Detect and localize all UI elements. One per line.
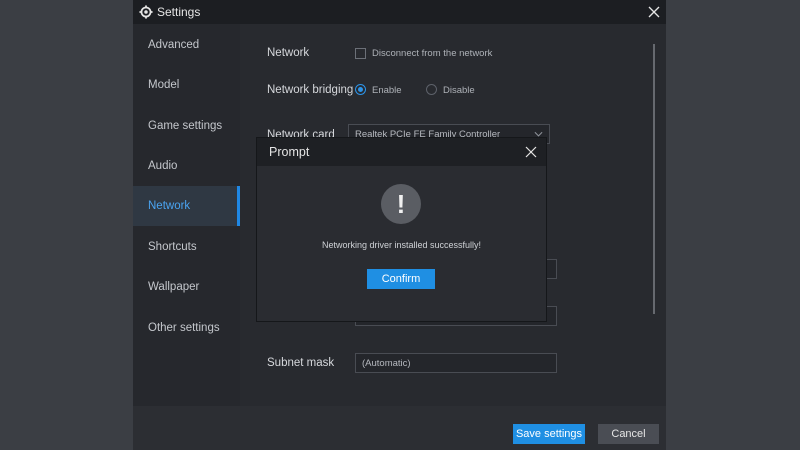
confirm-button[interactable]: Confirm	[367, 269, 435, 289]
prompt-dialog: ! Networking driver installed successful…	[257, 166, 546, 321]
disconnect-label: Disconnect from the network	[372, 48, 493, 59]
sidebar-item-model[interactable]: Model	[133, 65, 240, 105]
sidebar-item-label: Other settings	[148, 322, 220, 334]
disconnect-checkbox[interactable]	[355, 48, 366, 59]
cancel-label: Cancel	[611, 428, 646, 440]
disable-radio[interactable]	[426, 84, 437, 95]
subnet-mask-value: (Automatic)	[362, 357, 411, 369]
close-icon[interactable]	[646, 4, 662, 20]
sidebar-item-label: Network	[148, 200, 191, 212]
sidebar-item-shortcuts[interactable]: Shortcuts	[133, 227, 240, 267]
sidebar-item-audio[interactable]: Audio	[133, 146, 240, 186]
network-label: Network	[267, 47, 310, 59]
sidebar-item-label: Advanced	[148, 39, 200, 51]
enable-label: Enable	[372, 85, 402, 96]
info-icon: !	[381, 184, 421, 224]
settings-sidebar: Advanced Model Game settings Audio Netwo…	[133, 24, 240, 406]
save-settings-label: Save settings	[515, 428, 583, 440]
subnet-mask-field[interactable]: (Automatic)	[355, 353, 557, 373]
network-bridging-label: Network bridging	[267, 84, 354, 96]
save-settings-button[interactable]: Save settings	[513, 424, 585, 444]
sidebar-item-label: Model	[148, 79, 180, 91]
sidebar-item-advanced[interactable]: Advanced	[133, 25, 240, 65]
sidebar-item-other-settings[interactable]: Other settings	[133, 308, 240, 348]
sidebar-item-label: Audio	[148, 160, 178, 172]
sidebar-item-game-settings[interactable]: Game settings	[133, 106, 240, 146]
scrollbar[interactable]	[653, 44, 655, 314]
gear-icon	[139, 5, 153, 19]
cancel-button[interactable]: Cancel	[598, 424, 659, 444]
close-icon[interactable]	[524, 145, 538, 159]
enable-radio[interactable]	[355, 84, 366, 95]
window-title: Settings	[157, 5, 201, 19]
chevron-down-icon	[534, 131, 543, 137]
settings-footer: Save settings Cancel	[133, 406, 666, 450]
sidebar-item-label: Wallpaper	[148, 281, 200, 293]
sidebar-item-label: Shortcuts	[148, 241, 197, 253]
prompt-title: Prompt	[269, 145, 310, 159]
sidebar-item-label: Game settings	[148, 120, 223, 132]
disable-label: Disable	[443, 85, 475, 96]
window-title-bar: Settings	[133, 0, 666, 24]
sidebar-item-network[interactable]: Network	[133, 186, 240, 226]
sidebar-item-wallpaper[interactable]: Wallpaper	[133, 267, 240, 307]
confirm-label: Confirm	[381, 273, 421, 285]
info-icon-glyph: !	[396, 188, 406, 219]
prompt-message: Networking driver installed successfully…	[321, 240, 482, 250]
subnet-mask-label: Subnet mask	[267, 357, 335, 369]
prompt-dialog-header: Prompt	[257, 138, 546, 166]
